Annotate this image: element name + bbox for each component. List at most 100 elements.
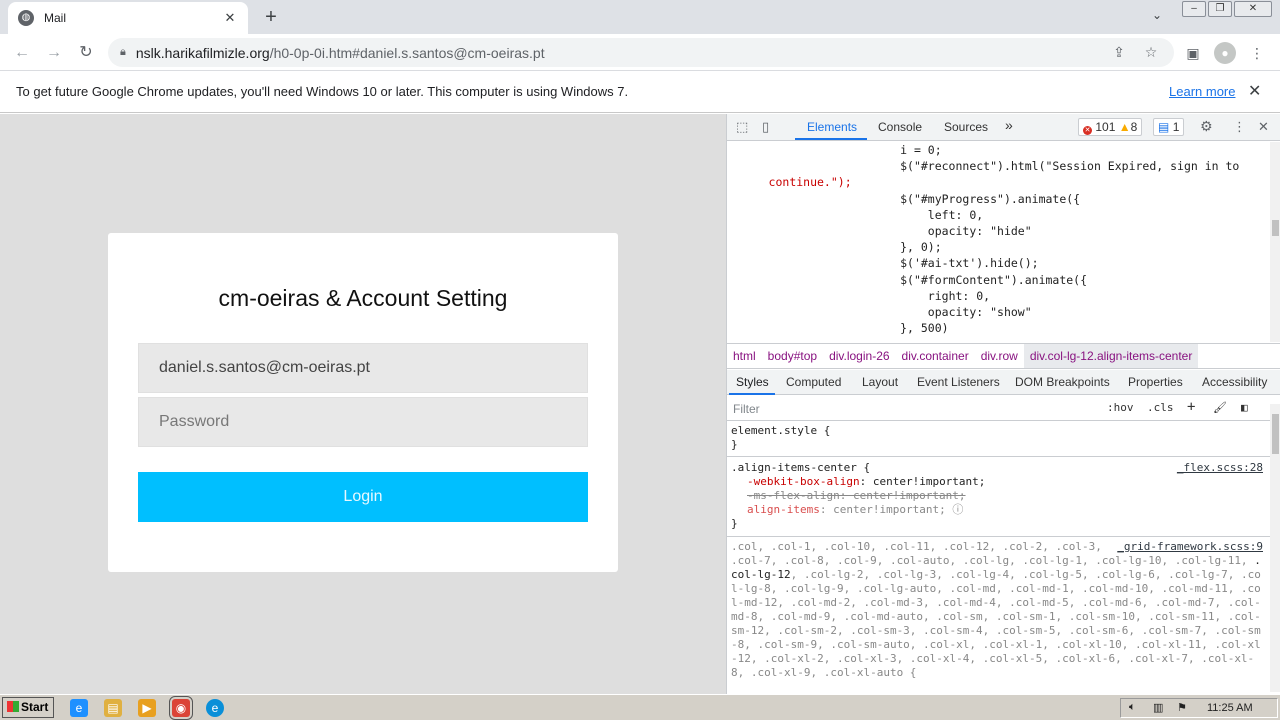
start-button[interactable]: Start [2,697,54,718]
subtab-event-listeners[interactable]: Event Listeners [917,375,1000,389]
css-property[interactable]: align-items: center!important; ⓘ [731,503,1267,517]
source-scroll-thumb[interactable] [1272,220,1279,236]
page-viewport: cm-oeiras & Account Setting daniel.s.san… [0,114,726,694]
devtools-menu-dots-icon[interactable]: ⋮ [1233,119,1246,135]
new-tab-button[interactable]: + [260,6,282,28]
flag-icon[interactable]: ⚑ [1177,701,1187,714]
profile-avatar-icon[interactable]: ● [1214,42,1236,64]
active-tab-indicator [795,138,867,140]
styles-filter-bar: Filter :hov .cls + 🖌︎ ◧ [727,396,1280,421]
toggle-sidebar-icon[interactable]: ◧ [1241,401,1248,414]
window-controls: – ❐ ✕ [1182,1,1274,17]
breadcrumb-item[interactable]: div.row [975,344,1024,368]
styles-scroll-thumb[interactable] [1272,414,1279,454]
styles-scrollbar[interactable] [1270,404,1280,692]
devtools-close-icon[interactable]: ✕ [1258,119,1269,135]
subtab-layout[interactable]: Layout [862,375,898,389]
password-field[interactable]: Password [138,397,588,447]
code-line: $('#ai-txt').hide(); [900,256,1039,271]
internet-explorer-icon[interactable]: e [70,699,88,717]
breadcrumb-item[interactable]: html [727,344,762,368]
info-icon[interactable]: ⓘ [952,503,963,516]
subtab-styles[interactable]: Styles [736,375,769,389]
css-property[interactable]: -webkit-box-align: center!important; [731,475,1267,489]
breadcrumb: html body#top div.login-26 div.container div… [727,343,1280,369]
bookmark-star-icon[interactable]: ☆ [1140,44,1162,61]
breadcrumb-item[interactable]: div.login-26 [823,344,895,368]
source-scrollbar[interactable] [1270,142,1280,342]
elements-source-view[interactable]: i = 0; $("#reconnect").html("Session Exp… [727,142,1271,342]
chrome-icon[interactable]: ◉ [169,696,193,720]
devtools-toolbar: ⬚ ▯ Elements Console Sources » ✕ 101 ▲8 … [727,114,1280,141]
subtab-computed[interactable]: Computed [786,375,841,389]
update-infobar: To get future Google Chrome updates, you… [0,71,1280,113]
menu-dots-icon[interactable]: ⋮ [1246,42,1268,64]
address-bar[interactable]: 🔒︎ nslk.harikafilmizle.org/h0-0p-0i.htm#… [108,38,1174,67]
rule-source-link[interactable]: _flex.scss:28 [1177,461,1263,475]
hov-toggle[interactable]: :hov [1107,401,1134,414]
code-line: }, 500) [900,321,949,336]
code-line: continue."); [768,175,852,190]
code-line: $("#myProgress").animate({ [900,191,1081,206]
subtab-accessibility[interactable]: Accessibility [1202,375,1267,389]
system-tray: 🔈︎ ▥ ⚑ 11:25 AM [1120,698,1278,718]
styles-subtabs: Styles Computed Layout Event Listeners D… [727,370,1280,395]
cls-toggle[interactable]: .cls [1147,401,1174,414]
email-field[interactable]: daniel.s.santos@cm-oeiras.pt [138,343,588,393]
browser-tab[interactable]: ◍ Mail ✕ [8,2,248,34]
breadcrumb-item-selected[interactable]: div.col-lg-12.align-items-center [1023,344,1199,368]
media-player-icon[interactable]: ▶ [138,699,156,717]
code-line: left: 0, [927,207,984,222]
tab-search-chevron-icon[interactable]: ⌄ [1152,8,1162,22]
browser-toolbar: ← → ↻ 🔒︎ nslk.harikafilmizle.org/h0-0p-0… [0,34,1280,71]
reload-button[interactable]: ↻ [75,42,97,64]
infobar-message: To get future Google Chrome updates, you… [16,84,629,99]
tab-console[interactable]: Console [878,120,922,134]
learn-more-link[interactable]: Learn more [1169,84,1235,99]
tab-strip: ◍ Mail ✕ + ⌄ – ❐ ✕ [0,0,1280,34]
forward-button[interactable]: → [43,42,65,64]
window-close-button[interactable]: ✕ [1234,1,1272,17]
settings-gear-icon[interactable]: ⚙ [1200,118,1213,135]
volume-icon[interactable]: 🔈︎ [1129,701,1136,714]
tab-elements[interactable]: Elements [807,120,857,134]
tab-sources[interactable]: Sources [944,120,988,134]
restore-button[interactable]: ❐ [1208,1,1232,17]
css-property-overridden[interactable]: -ms-flex-align: center!important; [731,489,1267,503]
code-line: opacity: "hide" [927,223,1032,238]
messages-badge[interactable]: ▤ 1 [1153,118,1185,136]
tab-close-icon[interactable]: ✕ [222,10,238,26]
breadcrumb-item[interactable]: body#top [762,344,823,368]
file-explorer-icon[interactable]: ▤ [104,699,122,717]
subtab-properties[interactable]: Properties [1128,375,1183,389]
network-icon[interactable]: ▥ [1153,701,1163,714]
more-tabs-chevron-icon[interactable]: » [1005,117,1013,133]
breadcrumb-item[interactable]: div.container [896,344,975,368]
subtab-dom-breakpoints[interactable]: DOM Breakpoints [1015,375,1110,389]
login-button[interactable]: Login [138,472,588,522]
infobar-close-icon[interactable]: ✕ [1248,81,1261,101]
styles-pane[interactable]: element.style { } .align-items-center { … [727,422,1271,694]
inspect-element-icon[interactable]: ⬚ [736,119,748,135]
rule-source-link[interactable]: _grid-framework.scss:9 [1111,540,1263,554]
error-count: 101 [1095,120,1116,134]
add-rule-icon[interactable]: + [1187,399,1195,415]
share-icon[interactable]: ⇪ [1108,44,1130,61]
lock-icon[interactable]: 🔒︎ [120,46,126,59]
code-line: }, 0); [900,240,942,255]
code-line: opacity: "show" [927,304,1032,319]
minimize-button[interactable]: – [1182,1,1206,17]
paint-brush-icon[interactable]: 🖌︎ [1213,401,1227,414]
element-style-rule: element.style { } [731,424,1267,452]
side-panel-icon[interactable]: ▣ [1182,42,1204,64]
login-card: cm-oeiras & Account Setting daniel.s.san… [108,233,618,572]
rule-selector-list: .col, .col-1, .col-10, .col-11, .col-12,… [731,540,1261,679]
error-warning-badge[interactable]: ✕ 101 ▲8 [1078,118,1143,136]
url-host: nslk.harikafilmizle.org [135,44,270,61]
filter-input[interactable]: Filter [733,402,760,416]
tab-title: Mail [44,11,67,25]
rule-close: } [731,438,738,451]
back-button[interactable]: ← [11,42,33,64]
edge-icon[interactable]: e [206,699,224,717]
device-toolbar-icon[interactable]: ▯ [762,119,769,135]
